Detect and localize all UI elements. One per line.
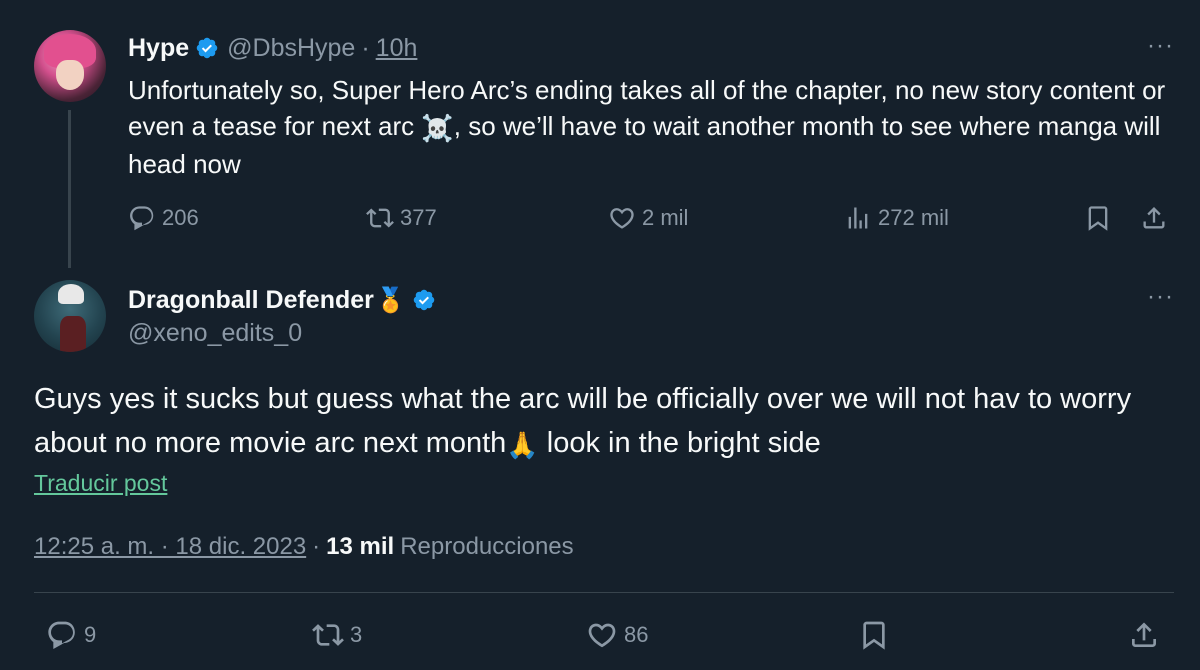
defender-avatar[interactable] xyxy=(34,280,106,352)
main-tweet-text: Guys yes it sucks but guess what the arc… xyxy=(34,377,1154,467)
reply-count: 9 xyxy=(84,622,97,647)
divider xyxy=(34,592,1174,593)
parent-author-handle[interactable]: @DbsHype xyxy=(227,34,355,63)
share-button[interactable] xyxy=(1128,617,1166,653)
more-icon[interactable]: ··· xyxy=(1147,34,1174,58)
verified-badge-icon[interactable] xyxy=(412,288,436,312)
parent-author-row: Hype @DbsHype · 10h xyxy=(128,33,417,63)
thread-connector-line xyxy=(68,110,71,268)
tweet-meta: 12:25 a. m. · 18 dic. 2023 · 13 mil Repr… xyxy=(34,533,574,561)
reply-count: 206 xyxy=(162,205,199,230)
like-icon xyxy=(610,208,634,229)
main-text-part2: look in the bright side xyxy=(538,427,821,459)
views-count: 272 mil xyxy=(878,205,949,230)
views-label: Reproducciones xyxy=(400,533,574,560)
retweet-icon xyxy=(312,624,344,646)
parent-tweet-time[interactable]: 10h xyxy=(376,34,418,63)
views-icon xyxy=(848,207,868,229)
share-icon xyxy=(1143,207,1165,229)
parent-author-name[interactable]: Hype xyxy=(128,34,189,63)
avatar-body-shape xyxy=(60,316,86,352)
parent-tweet-text: Unfortunately so, Super Hero Arc’s endin… xyxy=(128,72,1168,182)
main-tweet[interactable]: Dragonball Defender 🏅 @xeno_edits_0 ··· … xyxy=(0,265,1200,670)
retweet-button[interactable]: 377 xyxy=(366,200,437,236)
like-count: 86 xyxy=(624,622,649,647)
bookmark-icon xyxy=(1088,206,1108,231)
bookmark-button[interactable] xyxy=(858,617,896,653)
like-icon xyxy=(588,623,616,648)
retweet-count: 377 xyxy=(400,205,437,230)
reply-button[interactable]: 206 xyxy=(128,200,199,236)
share-icon xyxy=(1132,622,1156,647)
verified-badge-icon[interactable] xyxy=(195,36,219,60)
skull-crossbones-emoji: ☠️ xyxy=(421,113,454,143)
main-action-bar: 9 3 86 xyxy=(0,617,1200,653)
more-icon[interactable]: ··· xyxy=(1147,285,1174,309)
medal-emoji: 🏅 xyxy=(375,286,406,314)
tweet-thread: Hype @DbsHype · 10h ··· Unfortunately so… xyxy=(0,0,1200,670)
parent-action-bar: 206 377 2 mil 272 mil xyxy=(0,200,1200,236)
main-author-name[interactable]: Dragonball Defender xyxy=(128,286,374,315)
main-author-row: Dragonball Defender 🏅 xyxy=(128,283,436,317)
reply-icon xyxy=(130,206,154,231)
translate-post-link[interactable]: Traducir post xyxy=(34,470,167,497)
hype-avatar[interactable] xyxy=(34,30,106,102)
parent-tweet[interactable]: Hype @DbsHype · 10h ··· Unfortunately so… xyxy=(0,0,1200,268)
retweet-button[interactable]: 3 xyxy=(312,617,362,653)
views-count: 13 mil xyxy=(326,533,395,560)
bookmark-icon xyxy=(863,621,885,650)
main-author-handle[interactable]: @xeno_edits_0 xyxy=(128,319,302,348)
like-button[interactable]: 2 mil xyxy=(608,200,688,236)
views-button[interactable]: 272 mil xyxy=(844,200,949,236)
retweet-count: 3 xyxy=(350,622,363,647)
reply-icon xyxy=(48,621,75,650)
avatar-hat-shape xyxy=(58,284,84,304)
avatar-face-shape xyxy=(56,60,84,90)
retweet-icon xyxy=(366,208,394,228)
meta-separator: · xyxy=(312,533,321,560)
share-button[interactable] xyxy=(1140,200,1174,236)
like-button[interactable]: 86 xyxy=(586,617,648,653)
reply-button[interactable]: 9 xyxy=(46,617,96,653)
folded-hands-emoji: 🙏 xyxy=(506,430,539,460)
tweet-timestamp[interactable]: 12:25 a. m. · 18 dic. 2023 xyxy=(34,533,306,561)
separator-dot: · xyxy=(361,33,370,62)
like-count: 2 mil xyxy=(642,205,689,230)
bookmark-button[interactable] xyxy=(1084,200,1118,236)
